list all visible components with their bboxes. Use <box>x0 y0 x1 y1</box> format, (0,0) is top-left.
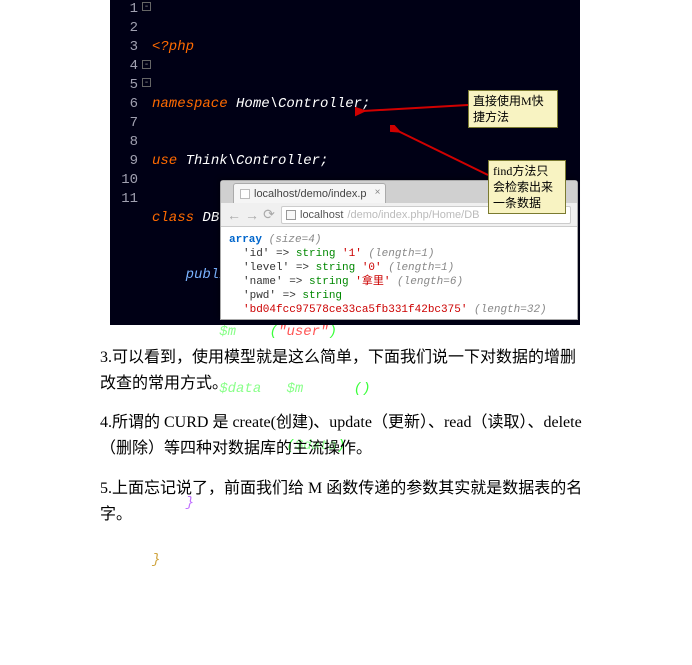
dump-len: (length=1) <box>382 262 455 274</box>
annotation-text: 会检索出来 <box>493 180 553 194</box>
annotation-text: 捷方法 <box>473 110 509 124</box>
dump-arrow: => <box>289 262 315 274</box>
fold-column: - - - <box>142 0 152 325</box>
dump-len: (length=1) <box>362 248 435 260</box>
paren: ( <box>270 324 278 340</box>
forward-icon[interactable]: → <box>245 207 257 223</box>
dump-value: 'bd04fcc97578ce33ca5fb331f42bc375' <box>243 304 467 316</box>
brace: } <box>152 552 160 568</box>
browser-viewport: array (size=4) 'id' => string '1' (lengt… <box>221 227 577 323</box>
url-host: localhost <box>300 209 343 221</box>
dump-key: 'level' <box>243 262 289 274</box>
dump-arrow: => <box>269 248 295 260</box>
line-num: 5 <box>110 76 138 95</box>
dump-type: string <box>316 262 356 274</box>
page-icon <box>286 210 296 220</box>
line-num: 11 <box>110 190 138 209</box>
str-user: "user" <box>278 324 328 340</box>
dump-arrow: => <box>283 276 309 288</box>
line-num: 4 <box>110 57 138 76</box>
dump-value: '1' <box>335 248 361 260</box>
dump-len: (length=32) <box>467 304 546 316</box>
annotation-m-shortcut: 直接使用M快 捷方法 <box>468 90 558 128</box>
ns-path: Home\Controller; <box>228 96 371 112</box>
arrow-icon <box>355 100 470 120</box>
back-icon[interactable]: ← <box>227 207 239 223</box>
dump-key: 'id' <box>243 248 269 260</box>
fn-M: M <box>261 324 269 340</box>
line-num: 10 <box>110 171 138 190</box>
use-path: Think\Controller; <box>177 153 328 169</box>
fold-icon[interactable]: - <box>142 2 151 11</box>
var-m: $m <box>219 324 236 340</box>
dump-array: array <box>229 234 262 246</box>
fold-icon[interactable]: - <box>142 78 151 87</box>
reload-icon[interactable]: ⟳ <box>263 206 275 223</box>
paragraph-4: 4.所谓的 CURD 是 create(创建)、update（更新）、read（… <box>100 410 590 462</box>
line-gutter: 1 2 3 4 5 6 7 8 9 10 11 <box>110 0 142 325</box>
browser-tab[interactable]: localhost/demo/index.p × <box>233 183 386 203</box>
arrow-icon <box>390 125 490 180</box>
line-num: 3 <box>110 38 138 57</box>
paragraph-5: 5.上面忘记说了，前面我们给 M 函数传递的参数其实就是数据表的名字。 <box>100 476 590 528</box>
fold-icon[interactable]: - <box>142 60 151 69</box>
dump-arrow: => <box>276 290 302 302</box>
line-num: 6 <box>110 95 138 114</box>
url-path: /demo/index.php/Home/DB <box>347 209 479 221</box>
dump-value: '0' <box>355 262 381 274</box>
dump-key: 'pwd' <box>243 290 276 302</box>
tab-title: localhost/demo/index.p <box>254 188 367 200</box>
annotation-find-one: find方法只 会检索出来 一条数据 <box>488 160 566 214</box>
dump-size: (size=4) <box>262 234 321 246</box>
dump-type: string <box>309 276 349 288</box>
op-eq: = <box>236 324 261 340</box>
annotation-text: 直接使用M快 <box>473 94 544 108</box>
page-favicon-icon <box>240 189 250 199</box>
semi: ; <box>337 324 345 340</box>
php-open-tag: <?php <box>152 39 194 55</box>
dump-value: '拿里' <box>349 276 391 288</box>
dump-key: 'name' <box>243 276 283 288</box>
line-num: 2 <box>110 19 138 38</box>
dump-type: string <box>296 248 336 260</box>
paren: ) <box>328 324 336 340</box>
line-num: 9 <box>110 152 138 171</box>
kw-class: class <box>152 210 194 226</box>
dump-len: (length=6) <box>390 276 463 288</box>
kw-namespace: namespace <box>152 96 228 112</box>
line-num: 1 <box>110 0 138 19</box>
kw-use: use <box>152 153 177 169</box>
annotation-text: 一条数据 <box>493 196 541 210</box>
paragraph-3: 3.可以看到，使用模型就是这么简单，下面我们说一下对数据的增删改查的常用方式。 <box>100 345 590 397</box>
annotation-text: find方法只 <box>493 164 548 178</box>
close-icon[interactable]: × <box>375 187 381 198</box>
line-num: 7 <box>110 114 138 133</box>
dump-type: string <box>302 290 342 302</box>
line-num: 8 <box>110 133 138 152</box>
